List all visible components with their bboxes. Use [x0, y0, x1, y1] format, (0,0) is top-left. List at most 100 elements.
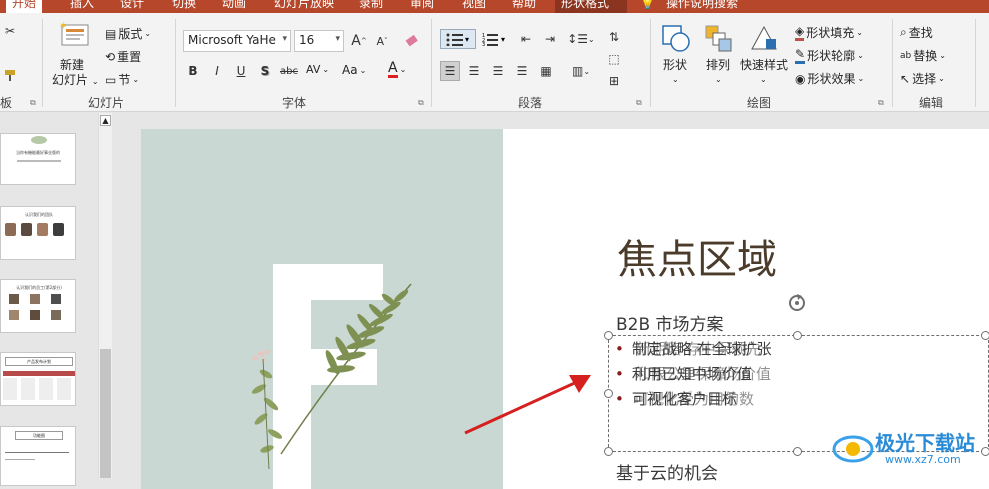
quick-styles-label[interactable]: 快速样式	[740, 58, 788, 72]
align-text-icon[interactable]: ⬚	[604, 49, 624, 69]
resize-handle[interactable]	[981, 331, 989, 340]
slide-title[interactable]: 焦点区域	[617, 227, 777, 285]
tell-me-search[interactable]: 操作说明搜索	[660, 0, 744, 13]
resize-handle[interactable]	[793, 331, 802, 340]
rotate-handle-icon[interactable]	[786, 292, 808, 314]
resize-handle[interactable]	[604, 331, 613, 340]
drawing-launcher-icon[interactable]: ⧉	[878, 98, 884, 108]
italic-button[interactable]: I	[207, 61, 227, 81]
fern-illustration	[251, 283, 412, 470]
scroll-thumb[interactable]	[100, 349, 111, 478]
tab-home[interactable]: 开始	[6, 0, 43, 13]
slide-subhead-2[interactable]: 基于云的机会	[616, 459, 718, 484]
resize-handle[interactable]	[604, 447, 613, 456]
tab-help[interactable]: 帮助	[506, 0, 542, 13]
thumb-2-text: 认识我们的团队	[25, 212, 53, 217]
shapes-icon[interactable]	[660, 23, 692, 53]
slide-thumbnail-1[interactable]: 当你有機能最好事业版的	[0, 133, 76, 185]
thumb-bar	[3, 371, 75, 376]
shadow-button[interactable]: S	[255, 61, 275, 81]
tab-review[interactable]: 审阅	[404, 0, 440, 13]
slides-group-label: 幻灯片	[88, 96, 125, 110]
convert-smartart-icon[interactable]: ⊞	[604, 71, 624, 91]
reset-icon: ⟲	[105, 49, 116, 64]
shrink-font-button[interactable]: A ˅	[372, 31, 392, 51]
bullets-button[interactable]: ▾	[440, 29, 476, 49]
tab-animations[interactable]: 动画	[216, 0, 252, 13]
tab-transitions[interactable]: 切换	[166, 0, 202, 13]
paragraph-launcher-icon[interactable]: ⧉	[636, 98, 642, 108]
layout-button[interactable]: ▤ 版式 ⌄	[105, 25, 151, 42]
separator	[42, 19, 43, 107]
tab-record[interactable]: 录制	[353, 0, 389, 13]
new-slide-label-1[interactable]: 新建	[60, 58, 84, 72]
slide-canvas[interactable]: 焦点区域 B2B 市场方案 • 制定战略 在全球扩张 新期略 存中保领先 • 利用已…	[141, 129, 989, 489]
line-spacing-icon[interactable]: ↕☰ ⌄	[566, 29, 596, 49]
shape-outline-button[interactable]: ✎ 形状轮廓 ⌄	[795, 47, 864, 64]
clear-formatting-icon[interactable]	[402, 31, 422, 51]
arrange-label[interactable]: 排列	[706, 58, 730, 72]
arrange-icon[interactable]	[703, 23, 735, 53]
align-right-icon[interactable]: ☰	[488, 61, 508, 81]
tab-shape-format[interactable]: 形状格式	[555, 0, 627, 13]
replace-button[interactable]: ab 替换 ⌄	[900, 47, 946, 64]
search-icon: ⌕	[900, 25, 907, 39]
change-case-button[interactable]: Aa ⌄	[342, 63, 366, 77]
increase-indent-icon[interactable]: ⇥	[540, 29, 560, 49]
watermark-url: www.xz7.com	[885, 453, 961, 466]
tab-insert[interactable]: 插入	[64, 0, 100, 13]
numbering-icon[interactable]: 1 2 3 ▾	[480, 29, 510, 49]
drawing-group-label: 绘图	[747, 96, 772, 110]
scroll-up-icon[interactable]: ▲	[100, 115, 111, 126]
align-center-icon[interactable]: ☰	[464, 61, 484, 81]
cursor-icon: ↖	[900, 71, 911, 86]
tab-view[interactable]: 视图	[456, 0, 492, 13]
slide-thumbnail-3[interactable]: 认识我们的员工(第2部分)	[0, 279, 76, 333]
cut-icon[interactable]: ✂	[0, 21, 20, 41]
section-button[interactable]: ▭ 节 ⌄	[105, 71, 139, 88]
character-spacing-button[interactable]: AV ⌄	[306, 63, 329, 76]
clipboard-launcher-icon[interactable]: ⧉	[30, 98, 36, 108]
lightbulb-icon: 💡	[640, 0, 655, 10]
shape-fill-button[interactable]: ◈ 形状填充 ⌄	[795, 24, 863, 41]
distributed-icon[interactable]: ▦	[536, 61, 556, 81]
slide-thumbnail-5[interactable]: 功能图	[0, 426, 76, 486]
find-button[interactable]: ⌕ 查找	[900, 24, 933, 41]
shapes-label[interactable]: 形状	[663, 58, 687, 72]
strikethrough-button[interactable]: abc	[279, 61, 299, 81]
font-name-combo[interactable]: Microsoft YaHe ▾	[183, 30, 291, 52]
thumbnail-scrollbar[interactable]: ▲	[98, 113, 112, 478]
bold-button[interactable]: B	[183, 61, 203, 81]
justify-icon[interactable]: ☰	[512, 61, 532, 81]
tab-slideshow[interactable]: 幻灯片放映	[268, 0, 340, 13]
chevron-down-icon: ⌄	[672, 75, 679, 84]
columns-icon[interactable]: ▥ ⌄	[566, 61, 596, 81]
quick-styles-icon[interactable]	[748, 23, 780, 53]
resize-handle[interactable]	[604, 389, 613, 398]
text-direction-icon[interactable]: ⇅	[604, 27, 624, 47]
watermark-text: 极光下载站	[875, 431, 975, 455]
chevron-down-icon: ▾	[282, 34, 287, 44]
slide-thumbnail-2[interactable]: 认识我们的团队	[0, 206, 76, 260]
shape-effects-button[interactable]: ◉ 形状效果 ⌄	[795, 70, 864, 87]
section-icon: ▭	[105, 72, 117, 87]
resize-handle[interactable]	[793, 447, 802, 456]
select-button[interactable]: ↖ 选择 ⌄	[900, 70, 945, 87]
font-size-combo[interactable]: 16 ▾	[294, 30, 344, 52]
reset-button[interactable]: ⟲ 重置	[105, 48, 141, 65]
font-launcher-icon[interactable]: ⧉	[418, 98, 424, 108]
font-color-button[interactable]: A ⌄	[388, 61, 406, 78]
decrease-indent-icon[interactable]: ⇤	[516, 29, 536, 49]
fern-icon	[31, 136, 47, 144]
new-slide-label-2[interactable]: 幻灯片 ⌄	[52, 73, 99, 89]
align-left-icon[interactable]: ☰	[440, 61, 460, 81]
thumb-timeline	[5, 452, 69, 453]
slide-subhead[interactable]: B2B 市场方案	[616, 310, 724, 335]
separator	[975, 19, 976, 107]
slide-thumbnail-4[interactable]: 产品发布计划	[0, 352, 76, 406]
underline-button[interactable]: U	[231, 61, 251, 81]
new-slide-icon[interactable]: ✶	[57, 19, 91, 49]
tab-design[interactable]: 设计	[114, 0, 150, 13]
format-painter-icon[interactable]	[0, 65, 20, 85]
grow-font-button[interactable]: A ^	[349, 31, 369, 51]
